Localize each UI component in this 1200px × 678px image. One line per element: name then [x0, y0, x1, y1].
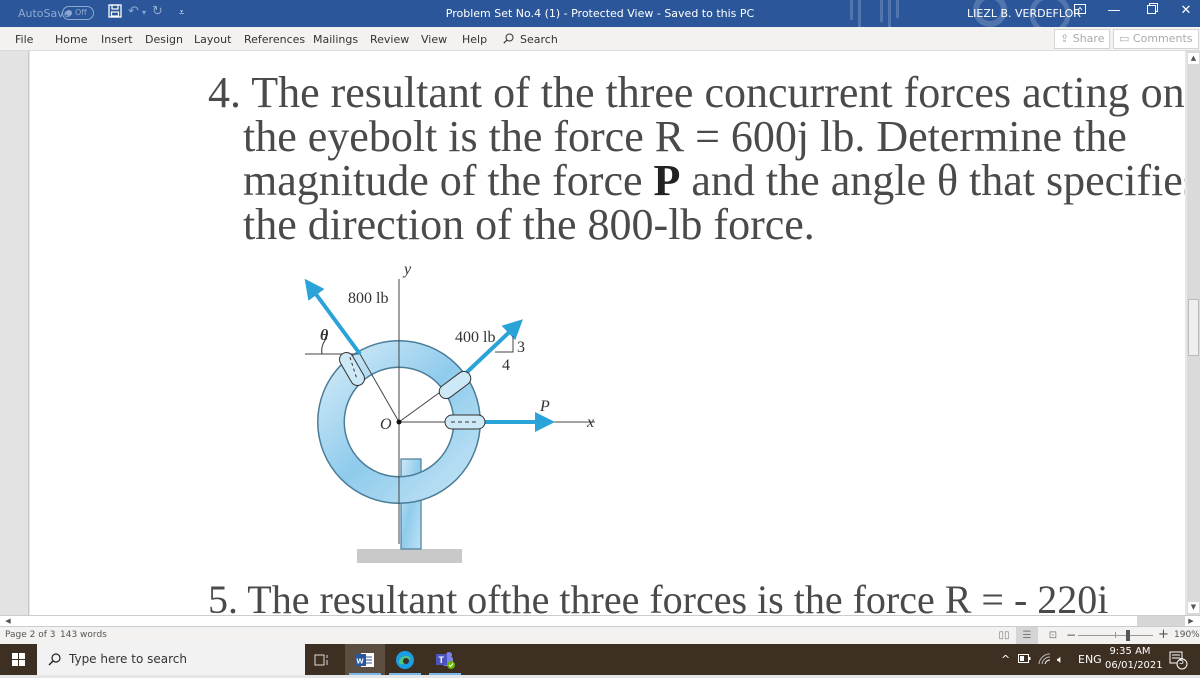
origin-label: O — [380, 416, 392, 433]
tab-view[interactable]: View — [421, 33, 447, 46]
theta-label: θ — [320, 327, 329, 344]
tab-insert[interactable]: Insert — [101, 33, 133, 46]
clock[interactable]: 9:35 AM 06/01/2021 — [1105, 645, 1163, 673]
windows-icon — [12, 653, 25, 666]
web-layout-icon[interactable]: ⊡ — [1042, 627, 1064, 644]
problem-4-line-2: the eyebolt is the force R = 600j lb. De… — [243, 112, 1127, 161]
origin-point — [396, 419, 402, 425]
problem-4-line-4: the direction of the 800-lb force. — [243, 200, 815, 249]
read-mode-icon[interactable]: ▯▯ — [993, 627, 1015, 644]
horizontal-scrollbar[interactable]: ◀ ▶ — [0, 615, 1200, 627]
clock-date: 06/01/2021 — [1105, 660, 1163, 671]
zoom-level[interactable]: 190% — [1174, 630, 1200, 640]
scroll-thumb[interactable] — [1188, 299, 1199, 356]
taskbar-search-box[interactable]: Type here to search — [37, 644, 305, 675]
user-name[interactable]: LIEZL B. VERDEFLOR — [967, 7, 1081, 20]
notification-center-icon[interactable]: 5 — [1168, 650, 1188, 673]
svg-text:T: T — [439, 655, 445, 665]
tab-home[interactable]: Home — [55, 33, 87, 46]
document-page[interactable]: 4. The resultant of the three concurrent… — [30, 51, 1185, 615]
battery-icon[interactable] — [1018, 653, 1031, 666]
force-p-label: P — [539, 398, 550, 415]
restore-icon[interactable] — [1140, 3, 1164, 18]
search-icon[interactable] — [503, 33, 514, 47]
language-indicator[interactable]: ENG — [1078, 653, 1102, 666]
tab-mailings[interactable]: Mailings — [313, 33, 358, 46]
task-view-icon[interactable] — [302, 644, 342, 675]
minimize-icon[interactable]: — — [1102, 3, 1126, 18]
volume-icon[interactable]: 🔈︎ — [1057, 653, 1064, 667]
horizontal-scroll-track[interactable] — [1137, 616, 1185, 626]
tab-references[interactable]: References — [244, 33, 305, 46]
slope-run-label: 4 — [502, 357, 510, 374]
left-gutter — [0, 51, 29, 615]
comment-icon: ▭ — [1119, 32, 1130, 45]
svg-text:w: w — [356, 656, 365, 666]
close-icon[interactable]: ✕ — [1174, 3, 1198, 18]
problem-4-line-1: 4. The resultant of the three concurrent… — [208, 68, 1185, 117]
tab-help[interactable]: Help — [462, 33, 487, 46]
zoom-slider-thumb[interactable] — [1126, 630, 1130, 641]
share-icon: ⇪ — [1060, 32, 1070, 45]
wifi-icon[interactable] — [1038, 653, 1051, 668]
tab-review[interactable]: Review — [370, 33, 409, 46]
tab-design[interactable]: Design — [145, 33, 183, 46]
eyebolt-shank — [400, 458, 422, 550]
vertical-scrollbar[interactable]: ▲ ▼ — [1187, 51, 1200, 615]
show-hidden-icons[interactable]: ^ — [1001, 653, 1010, 666]
notification-count: 5 — [1179, 657, 1185, 666]
search-icon — [48, 653, 61, 666]
zoom-out-button[interactable]: − — [1066, 628, 1076, 642]
slope-rise-label: 3 — [517, 339, 525, 356]
force-400lb-label: 400 lb — [455, 329, 495, 346]
force-800lb-label: 800 lb — [348, 290, 388, 307]
zoom-in-button[interactable]: + — [1158, 627, 1169, 642]
zoom-slider-tick — [1115, 632, 1116, 638]
force-p-bold: P — [653, 156, 681, 205]
start-button[interactable] — [0, 644, 37, 675]
word-count[interactable]: 143 words — [60, 630, 107, 640]
share-button[interactable]: ⇪ Share — [1054, 29, 1111, 49]
eyebolt-figure: y x O 800 lb θ 400 lb 3 4 P — [304, 261, 595, 563]
clock-time: 9:35 AM — [1109, 646, 1151, 657]
taskbar: Type here to search w T ^ 🔈︎ ENG 9:35 AM… — [0, 644, 1200, 675]
x-axis-label: x — [586, 414, 594, 431]
tab-file[interactable]: File — [15, 33, 33, 46]
problem-4-line-3: magnitude of the force P and the angle θ… — [243, 156, 1185, 205]
scroll-left-icon[interactable]: ◀ — [2, 616, 14, 626]
ribbon-tabs: File Home Insert Design Layout Reference… — [0, 27, 1200, 51]
scroll-down-icon[interactable]: ▼ — [1188, 602, 1199, 613]
status-bar: Page 2 of 3 143 words ▯▯ ☰ ⊡ − + 190% — [0, 627, 1200, 644]
title-bar: AutoSave Off ↶ ▾ ↻ ⩡ Problem Set No.4 (1… — [0, 0, 1200, 27]
problem-4-text: 4. The resultant of the three concurrent… — [208, 68, 1185, 249]
problem-5-text: 5. The resultant ofthe three forces is t… — [208, 577, 1109, 615]
comments-button[interactable]: ▭ Comments — [1113, 29, 1199, 49]
page-info[interactable]: Page 2 of 3 — [5, 630, 56, 640]
word-app-icon[interactable]: w — [345, 644, 385, 675]
scroll-up-icon[interactable]: ▲ — [1188, 53, 1199, 64]
ground-base — [357, 549, 462, 563]
taskbar-search-placeholder: Type here to search — [69, 652, 187, 666]
print-layout-icon[interactable]: ☰ — [1016, 627, 1038, 644]
edge-app-icon[interactable] — [385, 644, 425, 675]
y-axis-label: y — [402, 261, 412, 278]
scroll-right-icon[interactable]: ▶ — [1185, 616, 1197, 626]
search-box[interactable]: Search — [520, 33, 558, 46]
teams-app-icon[interactable]: T — [425, 644, 465, 675]
ribbon-display-options-icon[interactable] — [1068, 3, 1092, 18]
tab-layout[interactable]: Layout — [194, 33, 231, 46]
